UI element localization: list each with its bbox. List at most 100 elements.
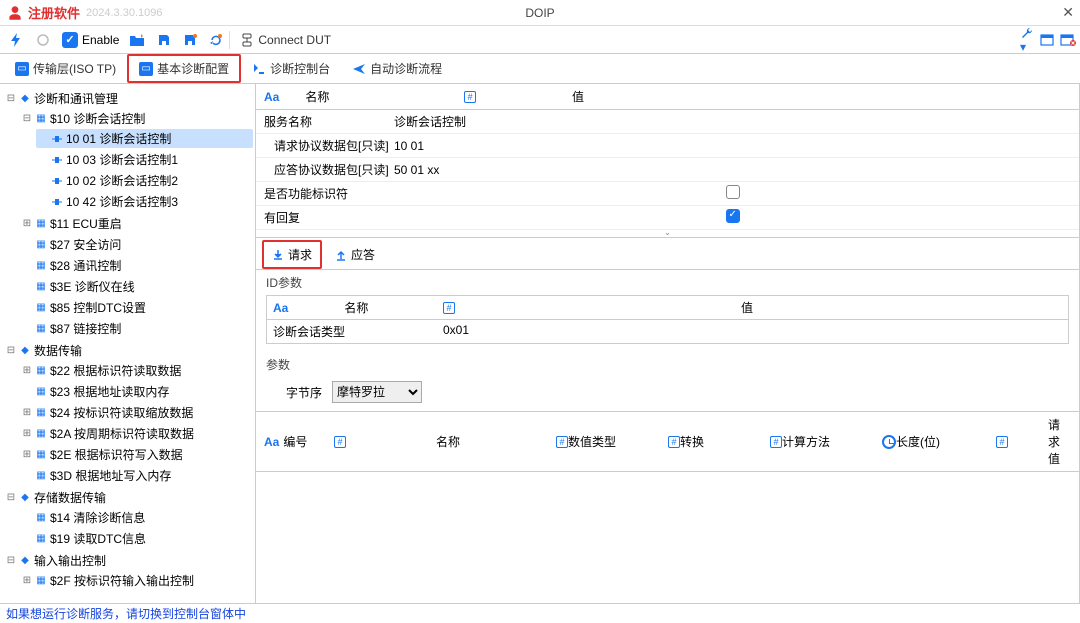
hash-icon: #: [443, 302, 455, 314]
tab-label: 传输层(ISO TP): [33, 60, 116, 77]
param-rows-empty: [256, 472, 1079, 603]
tree-node-24[interactable]: ⊞▦$24 按标识符读取缩放数据: [20, 403, 253, 422]
tab-iso-tp[interactable]: ▭ 传输层(ISO TP): [4, 55, 127, 82]
byte-order-select[interactable]: 摩特罗拉: [332, 381, 422, 403]
plane-icon: [352, 62, 366, 76]
clock-icon: [882, 435, 896, 449]
hash-icon: #: [464, 91, 476, 103]
toolbar: ✓ Enable Connect DUT ▾: [0, 26, 1080, 54]
property-rows: 服务名称 诊断会话控制 请求协议数据包[只读] 10 01 应答协议数据包[只读…: [256, 110, 1079, 230]
right-tools: ▾: [1020, 26, 1076, 54]
tree-leaf-10-01[interactable]: 10 01 诊断会话控制: [36, 129, 253, 148]
col-name: 名称: [305, 88, 329, 105]
app-icon: [6, 4, 24, 22]
tree-group-store[interactable]: ⊟◆ 存储数据传输: [4, 488, 253, 507]
tab-label: 自动诊断流程: [370, 60, 442, 77]
tree-node-11[interactable]: ⊞▦$11 ECU重启: [20, 214, 253, 233]
id-col-name: 名称: [344, 299, 368, 316]
refresh-icon[interactable]: [203, 31, 229, 49]
params-section: 参数 字节序 摩特罗拉: [266, 352, 1069, 407]
id-params-table: Aa 名称 # 值 诊断会话类型 0x01: [266, 295, 1069, 344]
tree-node-14[interactable]: ▦$14 清除诊断信息: [20, 508, 253, 527]
main-area: ⊟◆ 诊断和通讯管理 ⊟▦ $10 诊断会话控制 10 01 诊断会话控制 10…: [0, 84, 1080, 603]
layer-icon: ▭: [15, 62, 29, 76]
splitter-handle[interactable]: ⌄: [256, 230, 1079, 238]
id-col-value: 值: [741, 299, 753, 316]
id-params-header: Aa 名称 # 值: [267, 296, 1068, 320]
tree-node-28[interactable]: ▦$28 通讯控制: [20, 256, 253, 275]
sub-tab-label: 应答: [351, 246, 375, 263]
tab-strip: ▭ 传输层(ISO TP) ▭ 基本诊断配置 诊断控制台 自动诊断流程: [0, 54, 1080, 84]
tree-node-2f[interactable]: ⊞▦$2F 按标识符输入输出控制: [20, 571, 253, 590]
id-params-row[interactable]: 诊断会话类型 0x01: [267, 320, 1068, 343]
col-value: 值: [572, 88, 584, 105]
status-bar: 如果想运行诊断服务，请切换到控制台窗体中: [0, 603, 1080, 623]
console-icon: [252, 62, 266, 76]
tree-node-85[interactable]: ▦$85 控制DTC设置: [20, 298, 253, 317]
circle-icon[interactable]: [30, 31, 56, 49]
checkbox-checked-icon: ✓: [62, 32, 78, 48]
checkbox-checked[interactable]: [726, 209, 740, 223]
sub-tab-request[interactable]: 请求: [262, 240, 322, 269]
tree-node-19[interactable]: ▦$19 读取DTC信息: [20, 529, 253, 548]
checkbox-unchecked[interactable]: [726, 185, 740, 199]
tab-basic-diag[interactable]: ▭ 基本诊断配置: [127, 54, 241, 83]
tab-diag-console[interactable]: 诊断控制台: [241, 55, 341, 82]
tree-group-diag-comm[interactable]: ⊟◆ 诊断和通讯管理: [4, 89, 253, 108]
tab-label: 基本诊断配置: [157, 60, 229, 77]
status-text: 如果想运行诊断服务，请切换到控制台窗体中: [6, 605, 246, 622]
connect-dut-button[interactable]: Connect DUT: [229, 31, 337, 49]
download-icon: [272, 249, 284, 261]
save-icon[interactable]: [151, 31, 177, 49]
params-title: 参数: [266, 352, 1069, 377]
text-type-icon: Aa: [264, 435, 279, 449]
sub-tab-label: 请求: [288, 246, 312, 263]
text-type-icon: Aa: [273, 301, 288, 315]
tree-node-87[interactable]: ▦$87 链接控制: [20, 319, 253, 338]
config-icon: ▭: [139, 62, 153, 76]
prop-service-name: 服务名称 诊断会话控制: [256, 110, 1079, 134]
window-icon[interactable]: [1040, 34, 1054, 46]
tab-label: 诊断控制台: [270, 60, 330, 77]
save-as-icon[interactable]: [177, 31, 203, 49]
sub-tab-strip: 请求 应答: [256, 238, 1079, 270]
hash-icon: #: [770, 436, 782, 448]
hash-icon: #: [996, 436, 1008, 448]
sub-tab-response[interactable]: 应答: [326, 240, 384, 269]
tree-leaf-10-03[interactable]: 10 03 诊断会话控制1: [36, 150, 253, 169]
tree-node-2e[interactable]: ⊞▦$2E 根据标识符写入数据: [20, 445, 253, 464]
tree-node-3e[interactable]: ▦$3E 诊断仪在线: [20, 277, 253, 296]
tree-node-10[interactable]: ⊟▦ $10 诊断会话控制: [20, 109, 253, 128]
property-header: Aa 名称 # 值: [256, 84, 1079, 110]
service-tree[interactable]: ⊟◆ 诊断和通讯管理 ⊟▦ $10 诊断会话控制 10 01 诊断会话控制 10…: [0, 84, 256, 603]
id-params-title: ID参数: [256, 270, 1079, 295]
tree-node-23[interactable]: ▦$23 根据地址读取内存: [20, 382, 253, 401]
tree-node-27[interactable]: ▦$27 安全访问: [20, 235, 253, 254]
prop-resp-packet: 应答协议数据包[只读] 50 01 xx: [256, 158, 1079, 182]
wrench-icon[interactable]: ▾: [1020, 26, 1034, 54]
tab-auto-flow[interactable]: 自动诊断流程: [341, 55, 453, 82]
tree-node-2a[interactable]: ⊞▦$2A 按周期标识符读取数据: [20, 424, 253, 443]
byte-order-row: 字节序 摩特罗拉: [266, 377, 1069, 407]
upload-icon: [335, 249, 347, 261]
tree-leaf-10-42[interactable]: 10 42 诊断会话控制3: [36, 192, 253, 211]
tree-node-3d[interactable]: ▦$3D 根据地址写入内存: [20, 466, 253, 485]
window-close-icon[interactable]: [1060, 34, 1076, 46]
title-bar: 注册软件 2024.3.30.1096 DOIP ✕: [0, 0, 1080, 26]
param-columns-header: Aa编号 # 名称 # 数值类型 # 转换 # 计算方法 长度(位) # 请求值: [256, 411, 1079, 472]
lightning-icon[interactable]: [4, 31, 28, 49]
content-panel: Aa 名称 # 值 服务名称 诊断会话控制 请求协议数据包[只读] 10 01 …: [256, 84, 1079, 603]
hash-icon: #: [668, 436, 680, 448]
prop-is-func: 是否功能标识符: [256, 182, 1079, 206]
connect-dut-label: Connect DUT: [258, 33, 331, 47]
close-button[interactable]: ✕: [1062, 4, 1074, 21]
hash-icon: #: [556, 436, 568, 448]
tree-node-22[interactable]: ⊞▦$22 根据标识符读取数据: [20, 361, 253, 380]
tree-leaf-10-02[interactable]: 10 02 诊断会话控制2: [36, 171, 253, 190]
tree-group-io[interactable]: ⊟◆ 输入输出控制: [4, 551, 253, 570]
tree-group-data[interactable]: ⊟◆ 数据传输: [4, 341, 253, 360]
prop-req-packet: 请求协议数据包[只读] 10 01: [256, 134, 1079, 158]
text-type-icon: Aa: [264, 90, 279, 104]
enable-toggle[interactable]: ✓ Enable: [58, 30, 123, 50]
open-icon[interactable]: [123, 31, 151, 49]
